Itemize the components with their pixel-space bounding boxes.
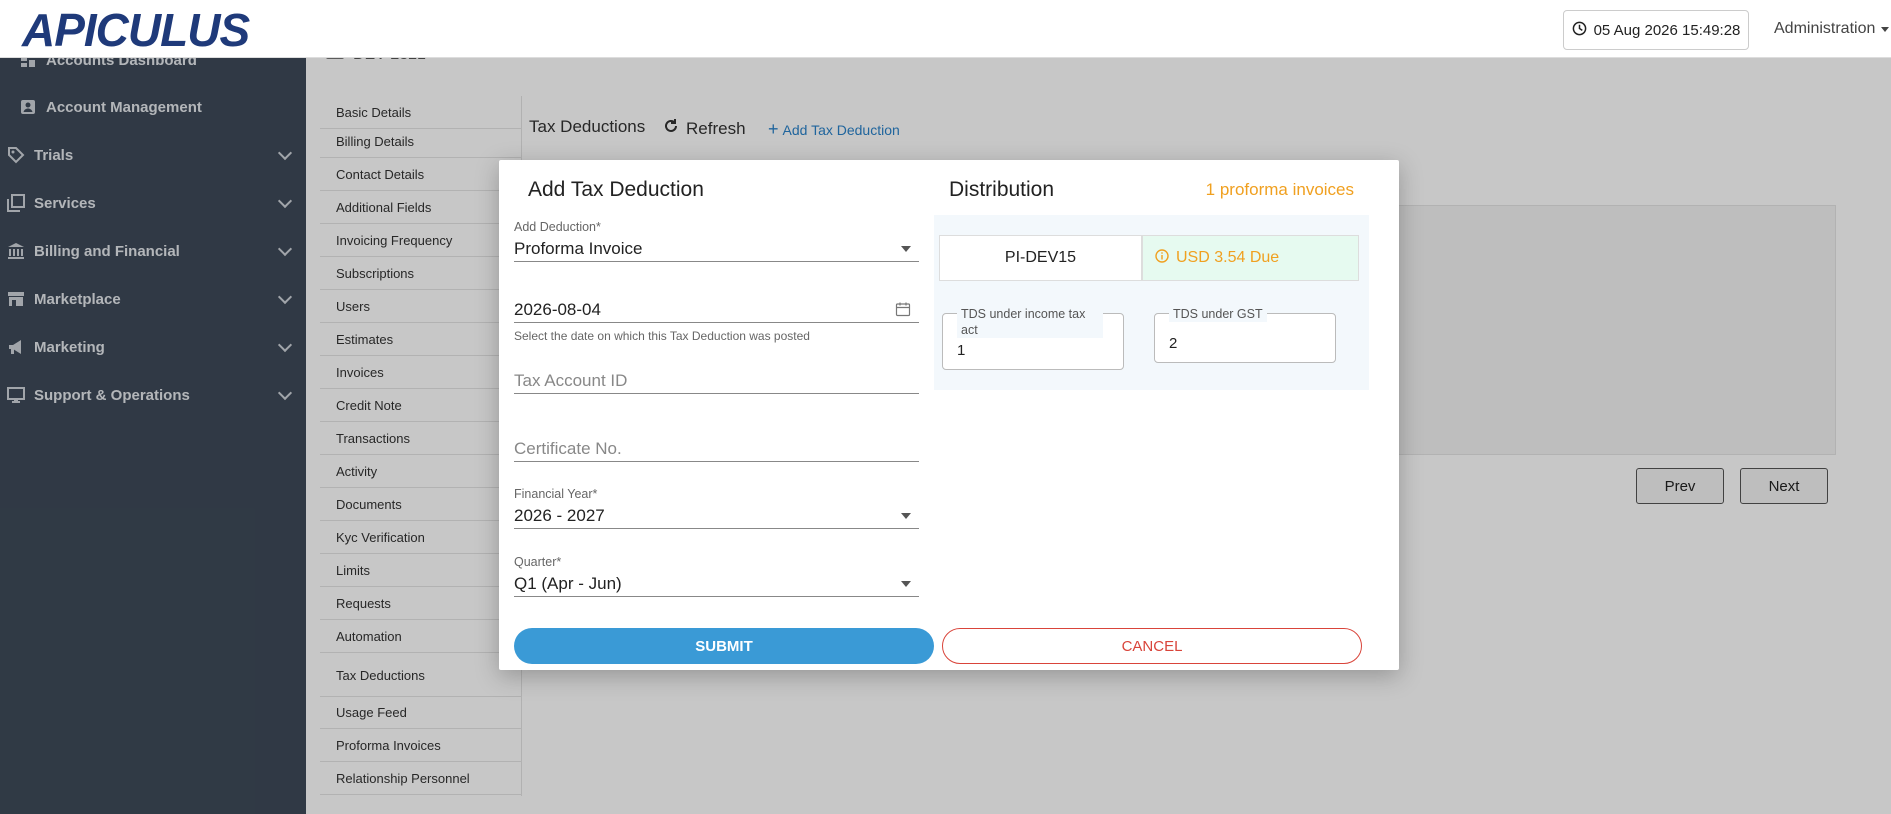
tds-gst-label: TDS under GST [1169, 306, 1267, 322]
due-amount: USD 3.54 Due [1142, 235, 1359, 281]
caret-down-icon [1881, 26, 1890, 32]
certificate-no-input[interactable]: Certificate No. [514, 434, 919, 462]
administration-menu[interactable]: Administration [1774, 20, 1890, 38]
modal-title: Add Tax Deduction [528, 178, 704, 201]
tds-income-value: 1 [957, 342, 966, 359]
tds-gst-input[interactable]: TDS under GST 2 [1154, 306, 1336, 363]
add-tax-deduction-modal: Add Tax Deduction Distribution 1 proform… [499, 160, 1399, 670]
date-hint: Select the date on which this Tax Deduct… [514, 329, 810, 343]
proforma-count: 1 proforma invoices [1205, 180, 1354, 199]
date-value: 2026-08-04 [514, 299, 601, 319]
quarter-value: Q1 (Apr - Jun) [514, 573, 622, 593]
clock-icon [1572, 21, 1587, 40]
distribution-title: Distribution [949, 178, 1055, 201]
clock-display: 05 Aug 2026 15:49:28 [1563, 10, 1749, 50]
distribution-panel: PI-DEV15 USD 3.54 Due TDS under income t… [934, 215, 1369, 390]
financial-year-label: Financial Year* [514, 487, 598, 501]
add-deduction-label: Add Deduction* [514, 220, 601, 234]
date-field[interactable]: 2026-08-04 Select the date on which this… [514, 295, 919, 343]
quarter-select[interactable]: Quarter* Q1 (Apr - Jun) [514, 555, 919, 597]
quarter-label: Quarter* [514, 555, 562, 569]
certificate-placeholder: Certificate No. [514, 436, 919, 462]
info-icon [1155, 248, 1169, 268]
add-deduction-select[interactable]: Add Deduction* Proforma Invoice [514, 220, 919, 262]
add-deduction-value: Proforma Invoice [514, 238, 643, 258]
apiculus-logo: APICULUS [22, 4, 250, 56]
financial-year-value: 2026 - 2027 [514, 505, 605, 525]
invoice-id: PI-DEV15 [939, 235, 1142, 281]
tds-income-tax-input[interactable]: TDS under income tax act 1 [942, 306, 1124, 370]
top-header: APICULUS 05 Aug 2026 15:49:28 Administra… [0, 0, 1891, 58]
calendar-icon[interactable] [895, 301, 911, 322]
tds-gst-value: 2 [1169, 335, 1178, 352]
tax-account-placeholder: Tax Account ID [514, 368, 919, 394]
dropdown-arrow-icon [901, 581, 911, 587]
tax-account-id-input[interactable]: Tax Account ID [514, 366, 919, 394]
dropdown-arrow-icon [901, 513, 911, 519]
cancel-button[interactable]: CANCEL [942, 628, 1362, 664]
financial-year-select[interactable]: Financial Year* 2026 - 2027 [514, 487, 919, 529]
tds-income-label: TDS under income tax act [957, 306, 1103, 338]
dropdown-arrow-icon [901, 246, 911, 252]
submit-button[interactable]: SUBMIT [514, 628, 934, 664]
